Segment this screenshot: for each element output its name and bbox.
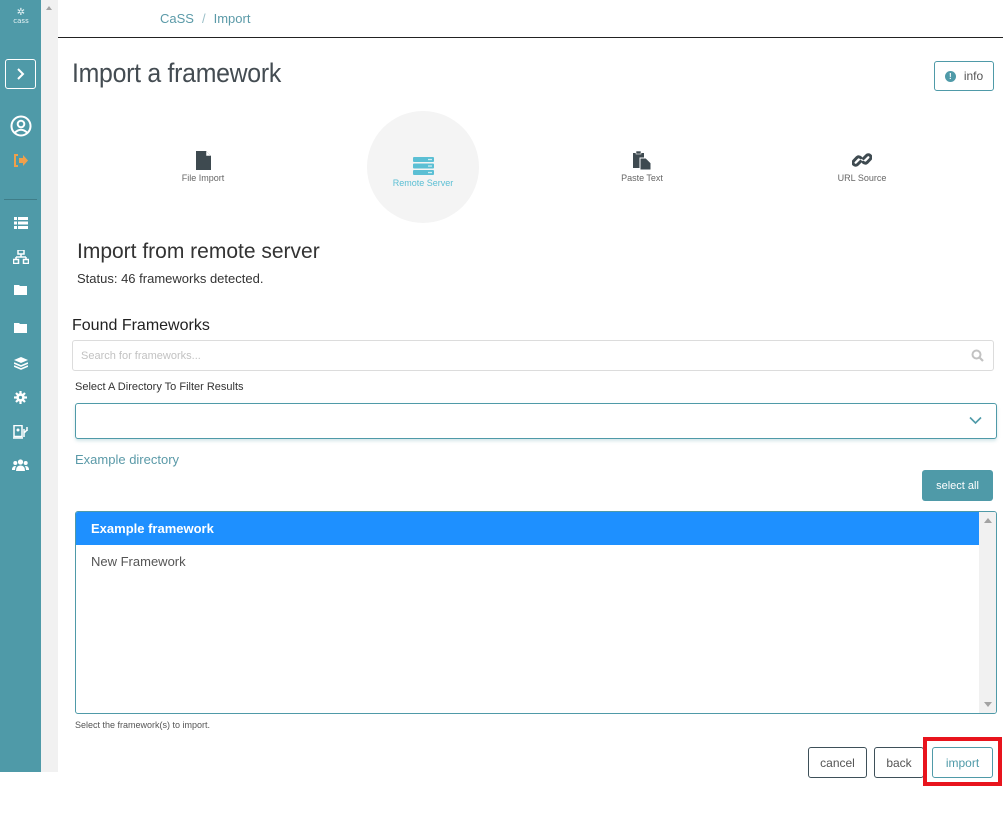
chevron-down-icon [969,416,982,425]
listbox-scrollbar[interactable] [979,512,996,713]
user-circle-icon [10,115,31,137]
sitemap-icon [12,250,29,264]
scroll-up-arrow-icon[interactable] [984,518,992,523]
cancel-button[interactable]: cancel [808,747,867,778]
sidebar-item-user-profile[interactable] [0,115,41,137]
paste-icon [633,151,651,170]
layers-icon [13,357,28,370]
sidebar-item-layers[interactable] [0,357,41,370]
id-card-icon [12,425,28,439]
gear-icon [14,391,27,404]
folder-icon [14,285,27,295]
tab-remote-server-label: Remote Server [392,177,454,188]
framework-search-input[interactable] [73,341,943,370]
sign-out-icon [13,154,28,167]
sidebar-item-frameworks[interactable] [0,217,41,229]
tab-file-import[interactable]: File Import [147,148,259,183]
listbox-hint: Select the framework(s) to import. [75,720,211,730]
info-label: info [963,69,984,83]
file-icon [195,151,211,170]
sidebar: ✲ cass [0,0,41,772]
page-title: Import a framework [72,58,281,88]
info-button[interactable]: ! info [934,61,994,91]
section-title: Import from remote server [77,240,320,263]
directory-filter-label: Select A Directory To Filter Results [75,381,244,393]
breadcrumb: CaSS / Import [160,11,250,26]
tab-url-source[interactable]: URL Source [806,148,918,183]
link-icon [852,153,872,167]
sidebar-item-settings[interactable] [0,391,41,404]
sidebar-divider [4,199,37,200]
sidebar-item-directory-1[interactable] [0,284,41,295]
chevron-right-icon [16,68,24,80]
list-icon [13,217,28,229]
directory-link[interactable]: Example directory [75,452,179,467]
directory-filter-select[interactable] [75,403,997,439]
cass-logo[interactable]: ✲ cass [8,8,34,34]
logo-text: cass [13,17,29,25]
users-icon [12,459,29,471]
found-frameworks-title: Found Frameworks [72,317,210,334]
tab-file-import-label: File Import [181,173,225,183]
tab-paste-text[interactable]: Paste Text [586,148,698,183]
sidebar-item-hierarchy[interactable] [0,250,41,264]
status-text: Status: 46 frameworks detected. [77,271,264,286]
breadcrumb-import[interactable]: Import [214,11,251,26]
sidebar-item-configuration[interactable] [0,425,41,439]
import-button[interactable]: import [932,747,993,778]
framework-option[interactable]: New Framework [76,545,979,578]
select-all-button[interactable]: select all [922,470,993,501]
sidebar-item-logout[interactable] [0,154,41,167]
page-scrollbar[interactable] [41,0,58,772]
breadcrumb-cass[interactable]: CaSS [160,11,194,26]
framework-search [72,340,994,371]
scroll-up-arrow-icon[interactable] [46,6,52,10]
sidebar-item-directory-2[interactable] [0,322,41,333]
search-icon[interactable] [971,349,984,362]
sidebar-item-users[interactable] [0,459,41,471]
scroll-down-arrow-icon[interactable] [984,702,992,707]
tab-paste-text-label: Paste Text [621,173,663,183]
tab-remote-server[interactable]: Remote Server [367,111,479,223]
header-divider [58,37,1003,38]
frameworks-listbox[interactable]: Example framework New Framework [75,511,997,714]
back-button[interactable]: back [874,747,924,778]
folder-icon [14,323,27,333]
framework-option[interactable]: Example framework [76,512,979,545]
breadcrumb-separator: / [201,11,206,26]
expand-sidebar-button[interactable] [5,59,36,89]
tab-url-source-label: URL Source [837,173,887,183]
exclamation-circle-icon: ! [944,70,956,82]
server-icon [412,156,434,175]
